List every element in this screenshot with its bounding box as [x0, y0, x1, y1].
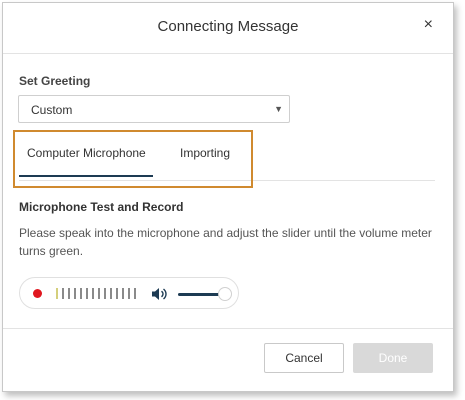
volume-meter-bar: [128, 288, 130, 299]
microphone-instructions: Please speak into the microphone and adj…: [19, 226, 432, 258]
chevron-down-icon: ▼: [274, 104, 283, 114]
tab-importing[interactable]: Importing: [180, 146, 230, 160]
volume-meter-bar: [92, 288, 94, 299]
footer-divider: [3, 328, 453, 329]
volume-meter-bar: [62, 288, 64, 299]
close-icon[interactable]: ×: [424, 17, 433, 33]
volume-meter-bar: [122, 288, 124, 299]
dialog-title: Connecting Message: [157, 18, 299, 35]
done-button[interactable]: Done: [353, 343, 433, 373]
volume-meter-bar: [74, 288, 76, 299]
microphone-section-title: Microphone Test and Record: [19, 200, 184, 214]
volume-meter-bar: [110, 288, 112, 299]
volume-slider-track[interactable]: [178, 293, 222, 296]
speaker-icon: [152, 288, 167, 300]
volume-meter-bar: [80, 288, 82, 299]
volume-slider-thumb[interactable]: [218, 287, 232, 301]
set-greeting-label: Set Greeting: [19, 74, 91, 88]
volume-meter: [56, 288, 136, 299]
tab-computer-microphone[interactable]: Computer Microphone: [27, 146, 146, 160]
connecting-message-dialog: Connecting Message × Set Greeting Custom…: [2, 2, 454, 392]
microphone-recorder: [19, 277, 239, 309]
tab-divider: [19, 180, 435, 181]
volume-meter-bar: [86, 288, 88, 299]
cancel-button[interactable]: Cancel: [264, 343, 344, 373]
record-icon[interactable]: [33, 289, 42, 298]
active-tab-indicator: [19, 175, 153, 177]
volume-meter-bar: [68, 288, 70, 299]
volume-meter-bar: [56, 288, 58, 299]
volume-meter-bar: [98, 288, 100, 299]
volume-meter-bar: [104, 288, 106, 299]
volume-meter-bar: [116, 288, 118, 299]
greeting-select[interactable]: Custom ▼: [18, 95, 290, 123]
dialog-header: Connecting Message ×: [3, 3, 453, 54]
volume-meter-bar: [134, 288, 136, 299]
greeting-select-value: Custom: [31, 103, 73, 117]
